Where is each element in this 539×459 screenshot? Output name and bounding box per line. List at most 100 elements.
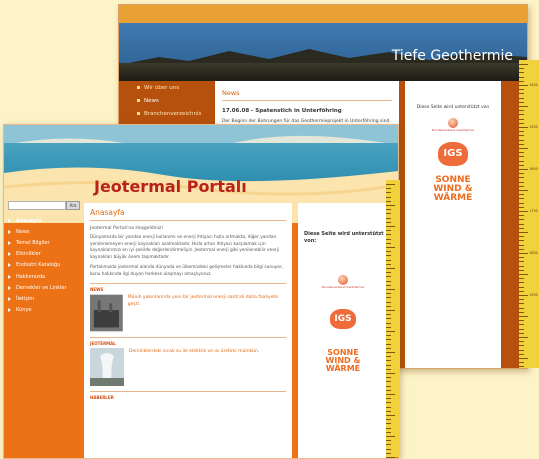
- ruler-tick: [519, 93, 524, 95]
- ruler-tick: [386, 230, 391, 232]
- ruler-tick: [386, 196, 391, 198]
- ruler-tick: [519, 164, 524, 166]
- nav-item-dernekler[interactable]: Dernekler ve Linkler: [8, 282, 82, 293]
- ruler-tick: [519, 311, 524, 313]
- ruler-tick: [386, 314, 391, 316]
- ruler-tick: [519, 173, 524, 175]
- divider: [222, 100, 392, 101]
- ruler-tick: [519, 68, 524, 70]
- sponsor-igs[interactable]: IGS: [298, 309, 388, 329]
- ruler-tick: [519, 211, 528, 212]
- sponsor-igs[interactable]: IGS: [405, 142, 501, 166]
- ruler-tick: [386, 188, 391, 190]
- ruler-tick: [386, 268, 395, 269]
- igs-logo-icon: IGS: [438, 142, 468, 166]
- geothermie-logo-icon: [338, 275, 348, 285]
- ruler-tick: [519, 118, 524, 120]
- nav-item-kunye[interactable]: Künye: [8, 305, 82, 316]
- search-input[interactable]: [8, 201, 66, 210]
- nav-item-branchenverzeichnis[interactable]: Branchenverzeichnis: [137, 107, 225, 120]
- ruler-tick: [386, 373, 395, 374]
- ruler-tick: [386, 398, 391, 400]
- news-item[interactable]: Münih yakınlarında yeni bir jeotermal en…: [84, 292, 292, 334]
- ruler-tick: [519, 89, 524, 91]
- header-land: [119, 63, 527, 81]
- divider: [90, 220, 286, 221]
- ruler-tick: [386, 356, 391, 358]
- sonne-wind-waerme-logo[interactable]: SONNE WIND & WÄRME: [298, 349, 388, 373]
- ruler-label: 1500: [529, 125, 538, 129]
- ruler-tick: [386, 234, 391, 236]
- ruler-tick: [519, 320, 524, 322]
- ruler-tick: [386, 452, 391, 454]
- ruler-tick: [386, 410, 391, 412]
- ruler-tick: [386, 389, 391, 391]
- nav-item-hakkimizda[interactable]: Hakkımızda: [8, 271, 82, 282]
- nav-item-iletisim[interactable]: İletişim: [8, 293, 82, 304]
- ruler-tick: [386, 263, 391, 265]
- ruler-label: 1400: [529, 83, 538, 87]
- ruler-tick: [519, 169, 528, 170]
- ruler-tick: [386, 297, 391, 299]
- ruler-tick: [519, 215, 524, 217]
- article-title[interactable]: 17.06.08 - Spatenstich in Unterföhring: [215, 104, 399, 118]
- divider: [90, 391, 286, 392]
- ruler-tick: [386, 457, 395, 458]
- ruler-tick: [519, 139, 524, 141]
- ruler-tick: [519, 72, 524, 74]
- ruler-tick: [519, 160, 524, 162]
- ruler-tick: [386, 251, 391, 253]
- ruler-tick: [519, 282, 524, 284]
- ruler-tick: [386, 394, 395, 395]
- section-heading: Anasayfa: [90, 208, 125, 217]
- nav-item-temel-bilgiler[interactable]: Temel Bilgiler: [8, 237, 82, 248]
- search-button[interactable]: Ara: [66, 201, 80, 210]
- logo-line: WÄRME: [433, 193, 473, 203]
- ruler-tick: [519, 299, 524, 301]
- nav-item-news[interactable]: News: [137, 94, 225, 107]
- divider: [90, 337, 286, 338]
- site-title: Jeotermal Portalı: [94, 177, 247, 196]
- news-item[interactable]: Derinliklerdeki sıcak su ile elektrik ve…: [84, 346, 292, 388]
- nav-item-etkinlikler[interactable]: Etkinlikler: [8, 249, 82, 260]
- ruler-tick: [519, 85, 528, 86]
- ruler-tick: [519, 337, 528, 338]
- news-text[interactable]: Münih yakınlarında yeni bir jeotermal en…: [128, 294, 286, 332]
- ruler-tick: [519, 345, 524, 347]
- ruler-tick: [386, 284, 391, 286]
- ruler-tick: [386, 377, 391, 379]
- ruler-tick: [386, 352, 395, 353]
- ruler-label: 1800: [529, 251, 538, 255]
- ruler-tick: [519, 198, 524, 200]
- ruler-tick: [519, 316, 528, 317]
- ruler-tick: [519, 295, 528, 296]
- ruler-tick: [519, 290, 524, 292]
- ruler-tick: [386, 415, 395, 416]
- nav-item-anasayfa[interactable]: Anasayfa: [8, 215, 82, 226]
- depth-ruler: 1400 1500 1600 1700 1800 1900: [519, 60, 539, 368]
- ruler-tick: [519, 236, 524, 238]
- ruler-tick: [386, 402, 391, 404]
- nav-item-wir-uber-uns[interactable]: Wir über uns: [137, 81, 225, 94]
- ruler-tick: [386, 276, 391, 278]
- sponsor-sidebar: Diese Seite wird unterstützt von Bundesv…: [405, 81, 501, 368]
- ruler-tick: [519, 265, 524, 267]
- divider: [90, 283, 286, 284]
- ruler-tick: [386, 440, 391, 442]
- ruler-tick: [386, 242, 391, 244]
- sonne-wind-waerme-logo[interactable]: SONNE WIND & WÄRME: [405, 176, 501, 203]
- nav-item-endustri-katalogu[interactable]: Endüstri Kataloğu: [8, 260, 82, 271]
- news-text[interactable]: Derinliklerdeki sıcak su ile elektrik ve…: [129, 348, 259, 386]
- ruler-tick: [519, 274, 528, 275]
- sponsor-geothermie[interactable]: Bundesverband Geothermie: [405, 118, 501, 132]
- sponsor-label: Diese Seite wird unterstützt von:: [304, 231, 384, 244]
- ruler-tick: [386, 255, 391, 257]
- ruler-tick: [386, 200, 391, 202]
- ruler-tick: [519, 353, 524, 355]
- ruler-tick: [386, 322, 391, 324]
- sponsor-geothermie[interactable]: Bundesverband Geothermie: [298, 275, 388, 289]
- nav-item-news[interactable]: News: [8, 226, 82, 237]
- logo-line: WÄRME: [325, 364, 361, 373]
- ruler-tick: [519, 106, 528, 107]
- ruler-tick: [519, 303, 524, 305]
